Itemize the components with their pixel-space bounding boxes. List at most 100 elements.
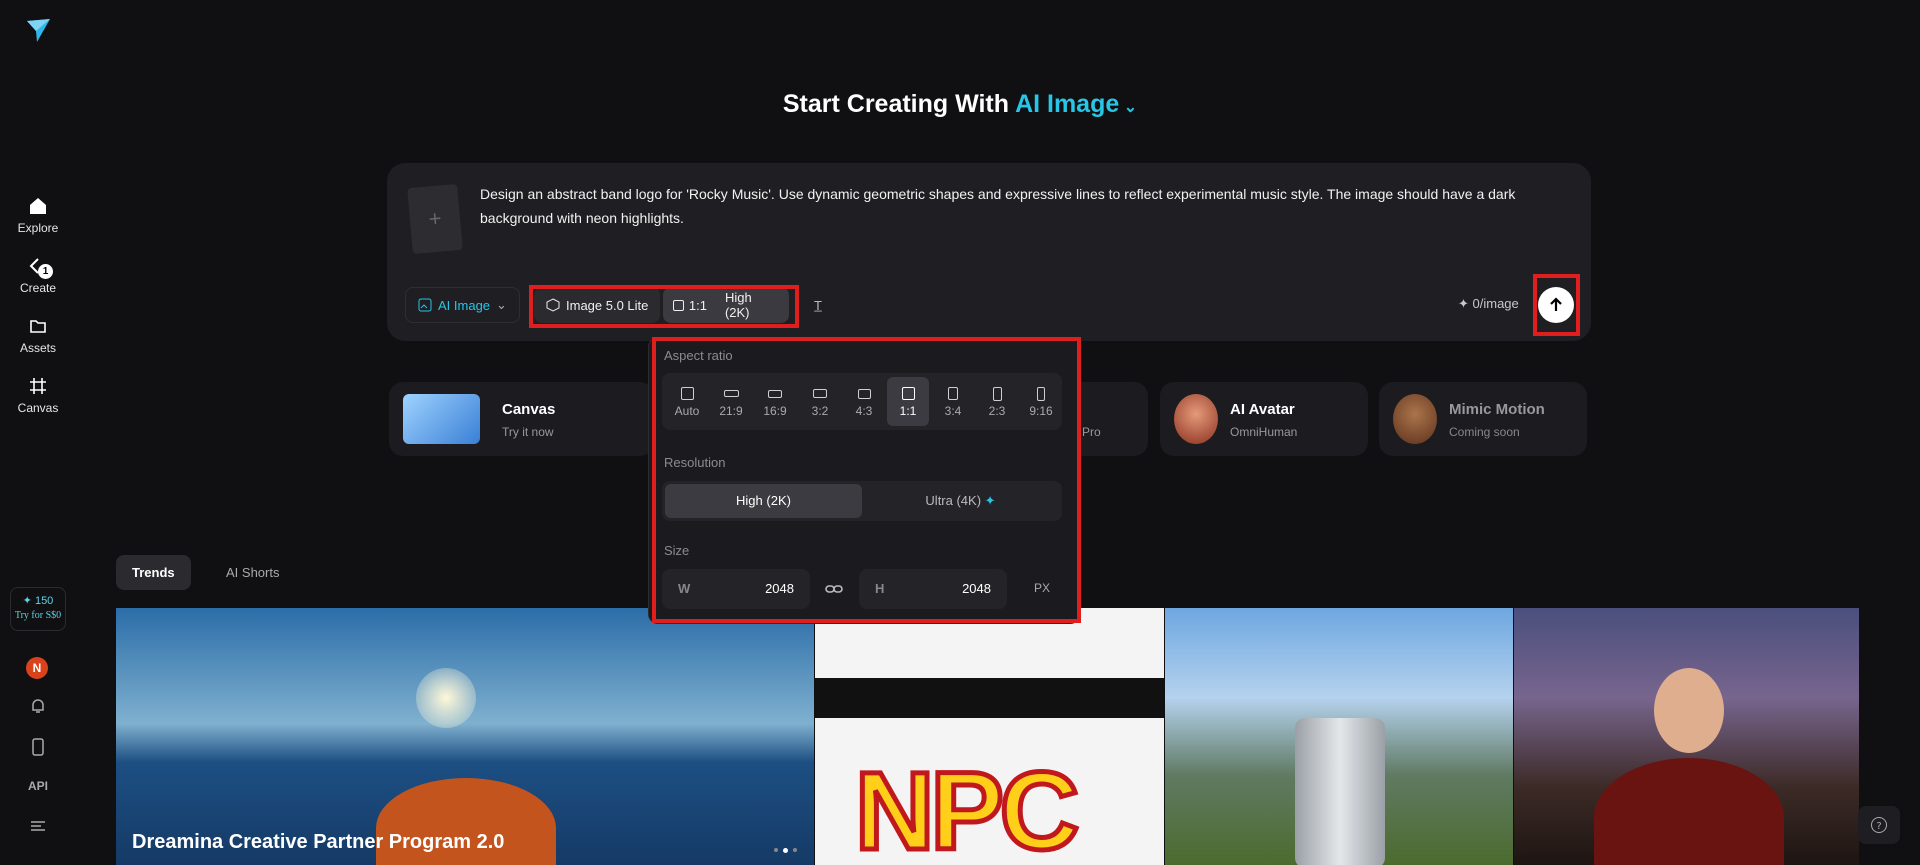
cube-icon xyxy=(546,298,560,312)
avatar[interactable]: N xyxy=(26,657,48,679)
glow-decoration xyxy=(416,668,476,728)
gallery-tile-portrait[interactable] xyxy=(1514,608,1859,865)
ratio-label: 21:9 xyxy=(719,404,743,418)
quality-label: High (2K) xyxy=(724,290,752,320)
ratio-label: 2:3 xyxy=(988,404,1006,418)
carousel-dot[interactable] xyxy=(793,848,797,852)
banner-caption: Dreamina Creative Partner Program 2.0 xyxy=(132,831,505,853)
ratio-shape-icon xyxy=(768,390,782,398)
resolution-ultra-4k[interactable]: Ultra (4K) ✦ xyxy=(862,484,1059,518)
width-key: W xyxy=(678,581,691,596)
feature-card-canvas[interactable]: Canvas Try it now xyxy=(389,382,654,456)
resolution-high-2k[interactable]: High (2K) xyxy=(665,484,862,518)
help-button[interactable]: ? xyxy=(1858,806,1900,844)
home-icon xyxy=(30,198,46,214)
sidebar-item-label: Canvas xyxy=(17,401,59,415)
ratio-label: 4:3 xyxy=(855,404,873,418)
svg-text:?: ? xyxy=(1876,821,1881,832)
ratio-quality-selector[interactable]: 1:1 High (2K) xyxy=(663,287,789,323)
ratio-21-9[interactable]: 21:9 xyxy=(710,377,752,426)
mode-selector[interactable]: AI Image ⌄ xyxy=(405,287,520,323)
sidebar-item-label: Create xyxy=(19,281,57,295)
sidebar: Explore 1 Create Assets Canvas ✦ 150 Try… xyxy=(0,0,76,865)
feature-card-mimic-motion[interactable]: Mimic Motion Coming soon xyxy=(1379,382,1587,456)
text-size-icon: T̲ xyxy=(814,297,822,313)
ratio-16-9[interactable]: 16:9 xyxy=(754,377,796,426)
ratio-label: 9:16 xyxy=(1029,404,1053,418)
maze-decoration xyxy=(815,678,1164,718)
ratio-shape-icon xyxy=(723,390,739,397)
title-prefix: Start Creating With xyxy=(782,90,1010,118)
title-accent: AI Image xyxy=(1015,90,1120,118)
can-decoration xyxy=(1295,718,1385,865)
feature-title: Canvas xyxy=(502,401,556,418)
image-icon xyxy=(418,298,432,312)
mimic-thumbnail xyxy=(1393,394,1437,444)
width-field[interactable]: W 2048 xyxy=(662,569,810,609)
ratio-label: 3:2 xyxy=(811,404,829,418)
api-link[interactable]: API xyxy=(22,779,54,793)
ratio-label: 1:1 xyxy=(899,404,917,418)
ratio-3-2[interactable]: 3:2 xyxy=(799,377,841,426)
gallery-tile-banner[interactable]: Dreamina Creative Partner Program 2.0 xyxy=(116,608,814,865)
ratio-shape-icon xyxy=(901,387,915,400)
send-button[interactable] xyxy=(1538,287,1574,323)
folder-icon xyxy=(30,320,46,333)
ratio-shape-icon xyxy=(813,389,827,398)
model-label: Image 5.0 Lite xyxy=(566,297,649,313)
ratio-auto[interactable]: Auto xyxy=(666,377,708,426)
gallery-tile-mountain[interactable] xyxy=(1165,608,1513,865)
ratio-label: Auto xyxy=(674,404,700,418)
ratio-1-1[interactable]: 1:1 xyxy=(887,377,929,426)
ratio-shape-icon xyxy=(857,389,871,399)
sidebar-item-canvas[interactable]: Canvas xyxy=(0,376,76,417)
height-key: H xyxy=(875,581,885,596)
feature-card-ai-avatar[interactable]: AI Avatar OmniHuman xyxy=(1160,382,1368,456)
mobile-icon[interactable] xyxy=(28,737,48,757)
settings-popover: Aspect ratio Auto 21:9 16:9 3:2 4:3 1:1 … xyxy=(648,337,1080,624)
ratio-shape-icon xyxy=(992,387,1002,401)
link-dimensions-icon[interactable] xyxy=(824,579,844,604)
upload-reference-button[interactable]: + xyxy=(407,183,463,255)
tab-trends[interactable]: Trends xyxy=(116,555,191,590)
sidebar-item-create[interactable]: 1 Create xyxy=(0,256,76,297)
sidebar-item-label: Explore xyxy=(17,221,59,235)
tab-ai-shorts[interactable]: AI Shorts xyxy=(210,555,295,590)
text-settings-button[interactable]: T̲ xyxy=(803,287,833,323)
carousel-dot[interactable] xyxy=(783,848,788,853)
carousel-dot[interactable] xyxy=(774,848,778,852)
canvas-icon xyxy=(30,378,46,394)
mode-label: AI Image xyxy=(438,297,491,313)
menu-icon[interactable] xyxy=(28,816,48,836)
credits-box[interactable]: ✦ 150 Try for S$0 xyxy=(10,587,66,631)
ratio-9-16[interactable]: 9:16 xyxy=(1020,377,1062,426)
aspect-ratio-label: Aspect ratio xyxy=(664,348,733,363)
ratio-3-4[interactable]: 3:4 xyxy=(932,377,974,426)
width-value: 2048 xyxy=(765,581,794,596)
size-label: Size xyxy=(664,543,690,558)
logo-icon[interactable] xyxy=(24,16,52,44)
feature-subtitle: OmniHuman xyxy=(1230,425,1298,439)
chevron-down-icon: ⌄ xyxy=(496,297,507,312)
canvas-thumbnail xyxy=(403,394,480,444)
create-badge: 1 xyxy=(38,264,53,279)
ratio-label: 1:1 xyxy=(688,297,707,313)
ratio-4-3[interactable]: 4:3 xyxy=(843,377,885,426)
page-title: Start Creating With AI Image ⌄ xyxy=(0,90,1920,119)
carousel-dots[interactable] xyxy=(774,848,800,854)
bell-icon[interactable] xyxy=(28,696,48,716)
model-selector[interactable]: Image 5.0 Lite xyxy=(534,287,661,323)
chain-icon xyxy=(825,585,843,593)
cost-indicator: ✦ 0/image xyxy=(1458,296,1519,311)
sidebar-item-explore[interactable]: Explore xyxy=(0,196,76,237)
height-field[interactable]: H 2048 xyxy=(859,569,1007,609)
height-value: 2048 xyxy=(962,581,991,596)
gallery-tile-npc[interactable]: NPC xyxy=(815,608,1164,865)
model-type-selector[interactable]: AI Image ⌄ xyxy=(1015,90,1137,118)
sidebar-item-label: Assets xyxy=(19,341,56,355)
sidebar-item-assets[interactable]: Assets xyxy=(0,316,76,357)
feature-title: AI Avatar xyxy=(1230,401,1295,418)
prompt-input[interactable]: Design an abstract band logo for 'Rocky … xyxy=(480,182,1550,230)
ratio-2-3[interactable]: 2:3 xyxy=(976,377,1018,426)
sparkle-icon: ✦ xyxy=(984,493,996,508)
